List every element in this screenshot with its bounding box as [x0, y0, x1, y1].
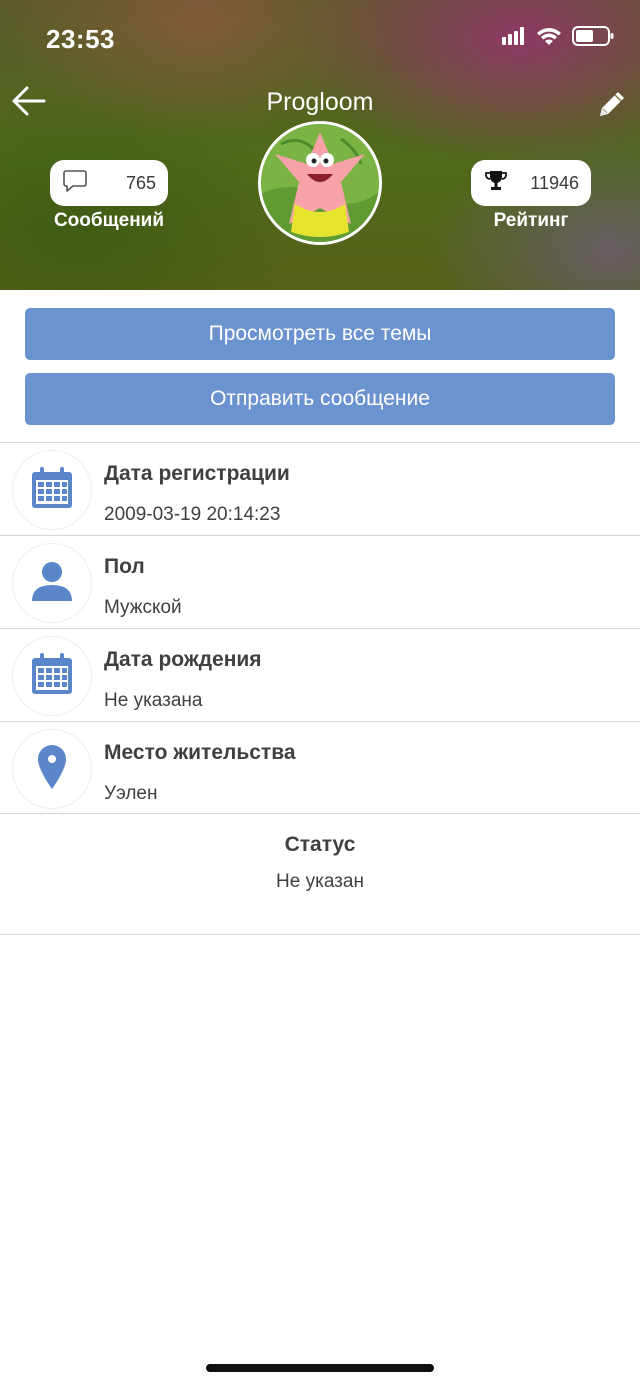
status-section: Статус Не указан [0, 814, 640, 934]
status-value: Не указан [276, 871, 364, 892]
info-title: Дата регистрации [104, 462, 290, 485]
status-time: 23:53 [46, 24, 115, 54]
rating-badge[interactable]: 11946 [471, 160, 591, 206]
home-indicator[interactable] [206, 1364, 434, 1372]
wifi-icon [536, 26, 562, 51]
info-row-gender: Пол Мужской [0, 536, 640, 628]
info-title: Место жительства [104, 741, 296, 764]
profile-header: 23:53 Progloom 765 Сообщений 11946 Рейти… [0, 0, 640, 290]
messages-label: Сообщений [53, 210, 165, 231]
info-row-birth-date: Дата рождения Не указана [0, 629, 640, 721]
status-icons [502, 26, 614, 51]
divider [0, 934, 640, 935]
avatar[interactable] [258, 121, 382, 245]
cellular-signal-icon [502, 27, 526, 50]
info-value: 2009-03-19 20:14:23 [104, 504, 281, 525]
rating-label: Рейтинг [493, 210, 569, 231]
info-row-residence: Место жительства Уэлен [0, 722, 640, 814]
info-row-registration-date: Дата регистрации 2009-03-19 20:14:23 [0, 443, 640, 535]
info-icon-circle [12, 636, 92, 716]
info-title: Дата рождения [104, 648, 262, 671]
messages-count-badge[interactable]: 765 [50, 160, 168, 206]
view-all-topics-button[interactable]: Просмотреть все темы [25, 308, 615, 360]
info-value: Мужской [104, 597, 182, 618]
info-icon-circle [12, 729, 92, 809]
calendar-icon [30, 652, 74, 701]
calendar-icon [30, 466, 74, 515]
status-bar: 23:53 [0, 0, 640, 78]
info-value: Не указана [104, 690, 203, 711]
info-icon-circle [12, 450, 92, 530]
messages-count: 765 [125, 172, 156, 193]
info-icon-circle [12, 543, 92, 623]
person-icon [30, 559, 74, 608]
comment-bubble-icon [62, 168, 88, 199]
status-title: Статус [284, 833, 356, 856]
info-title: Пол [104, 555, 145, 578]
location-pin-icon [30, 743, 74, 796]
trophy-icon [483, 168, 509, 199]
pencil-icon [594, 92, 630, 126]
edit-profile-button[interactable] [594, 86, 630, 122]
info-value: Уэлен [104, 783, 158, 804]
battery-icon [572, 26, 614, 51]
send-message-button[interactable]: Отправить сообщение [25, 373, 615, 425]
rating-value: 11946 [530, 172, 579, 193]
profile-username: Progloom [266, 88, 374, 116]
